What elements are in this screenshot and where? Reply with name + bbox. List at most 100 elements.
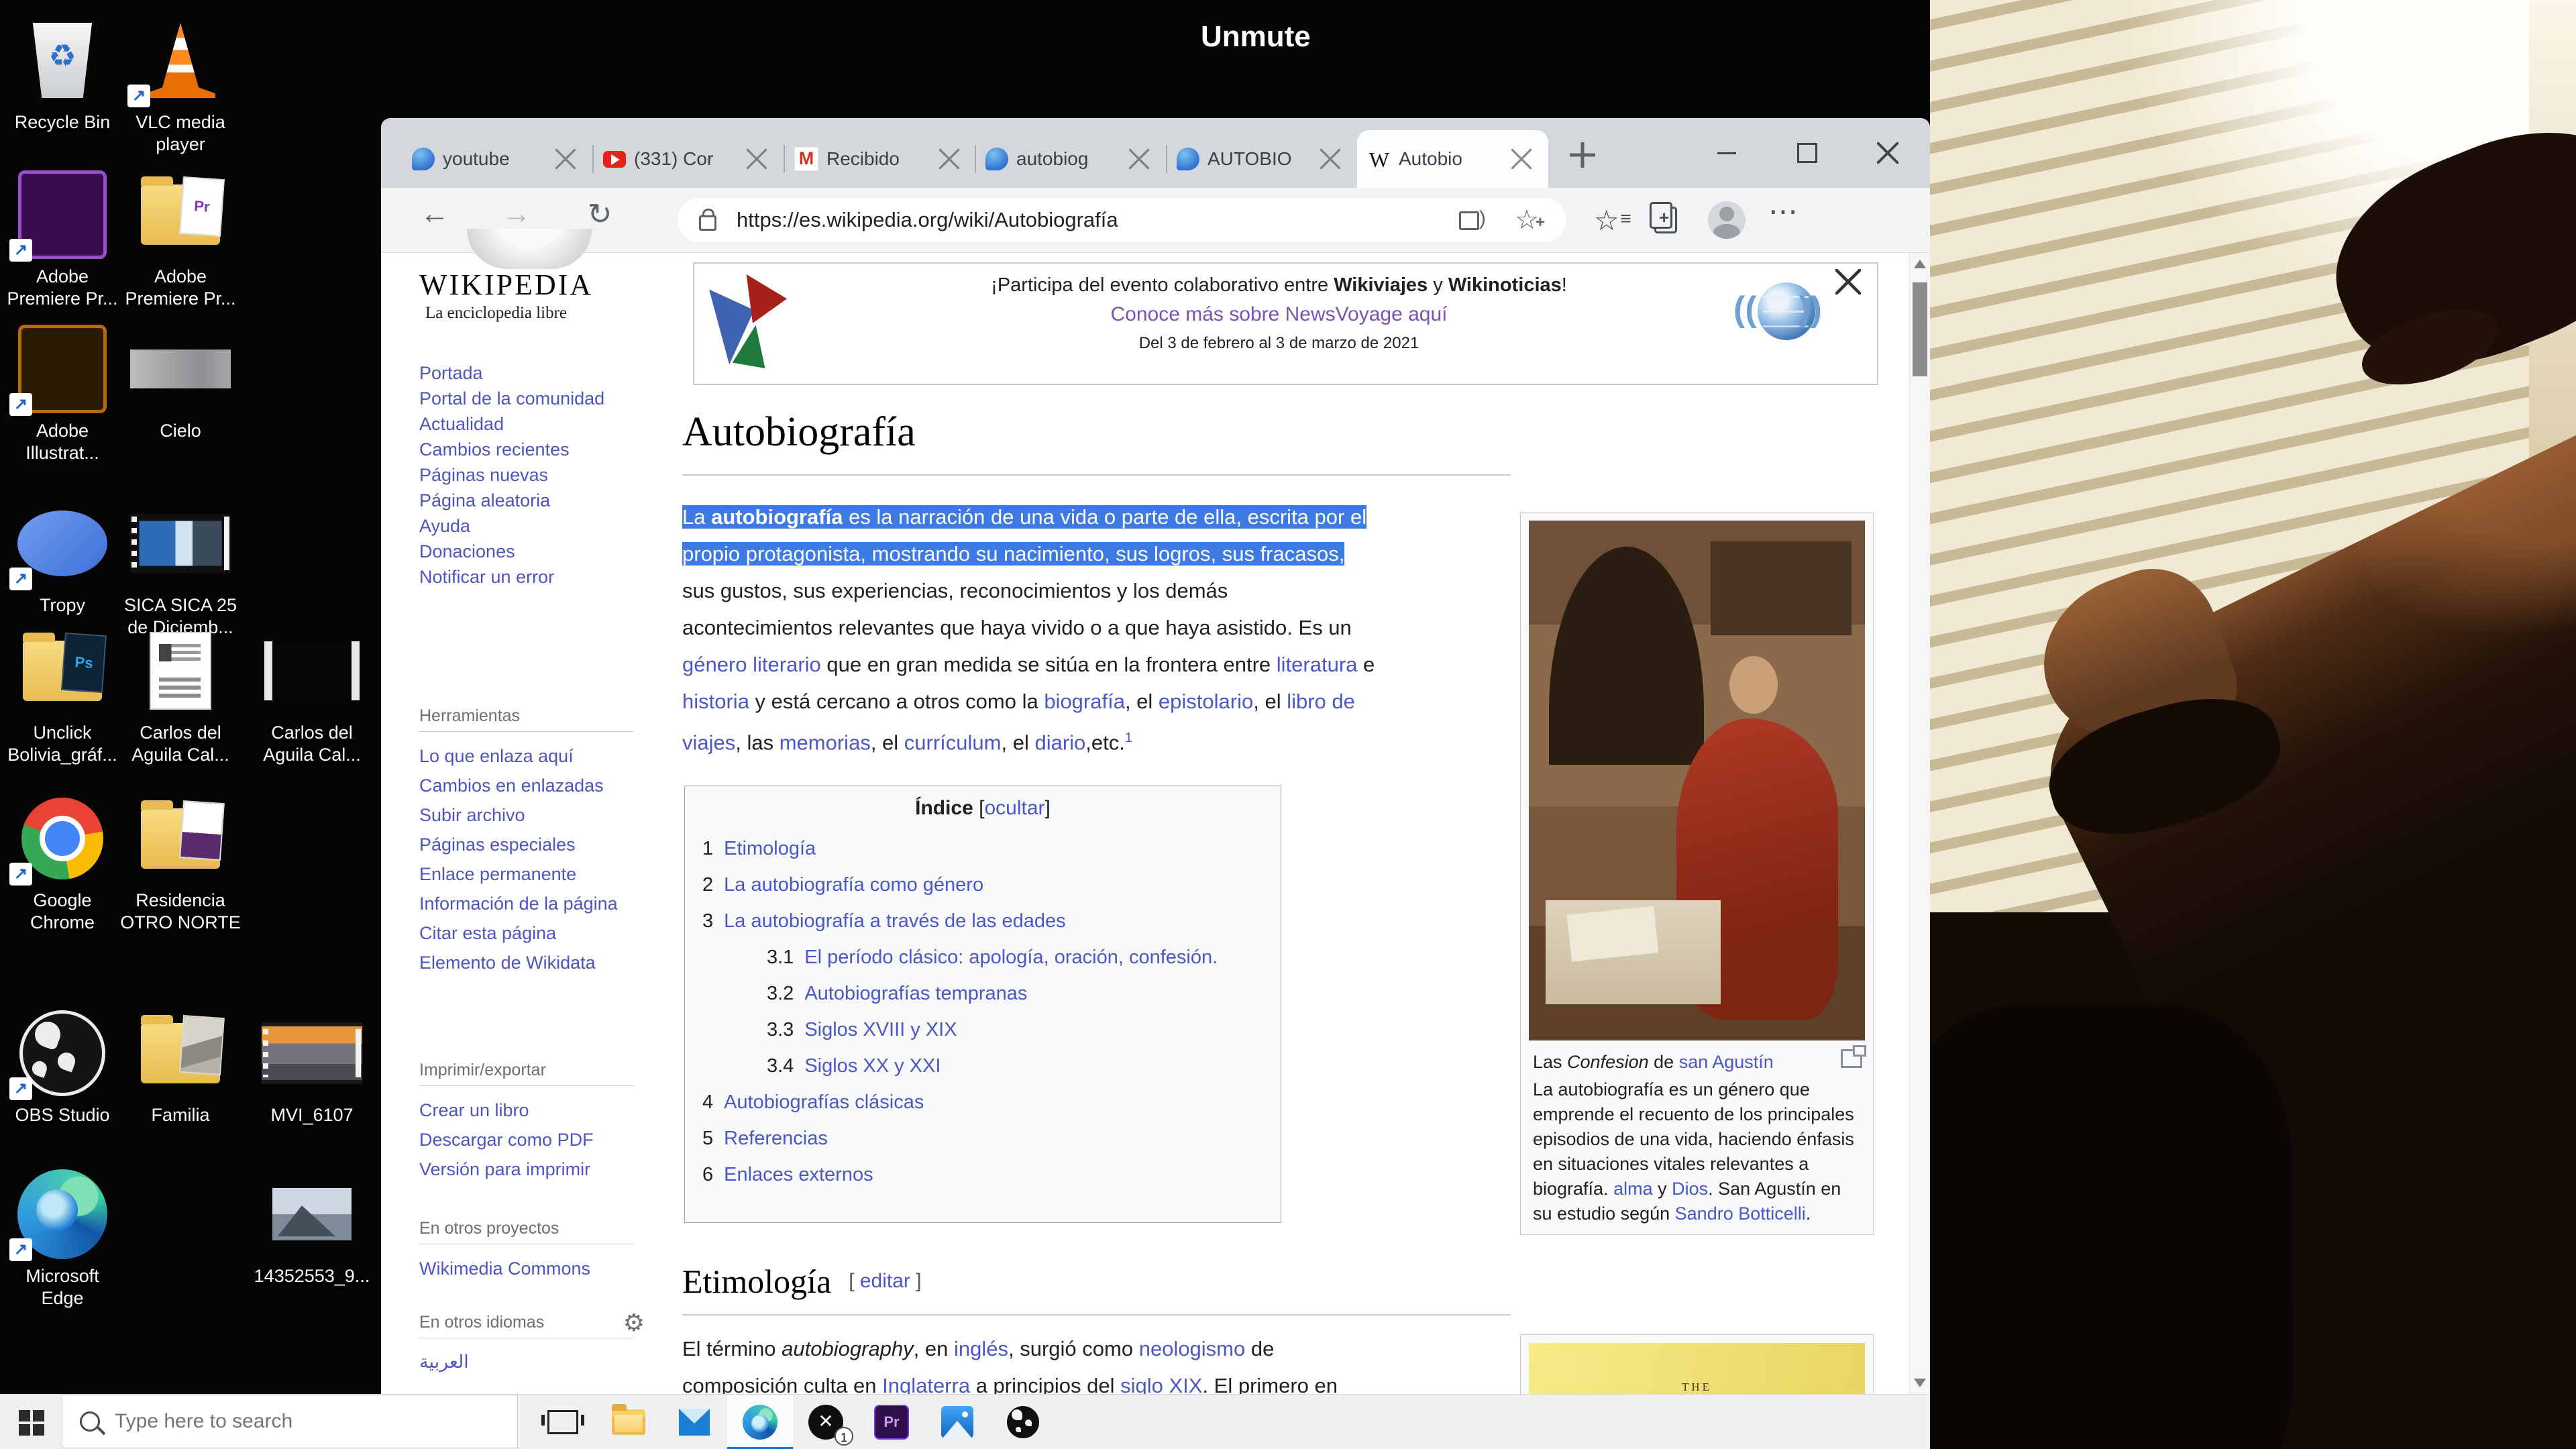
gear-icon[interactable]: ⚙ xyxy=(623,1309,645,1337)
sidebar-link[interactable]: Lo que enlaza aquí xyxy=(419,741,634,771)
sidebar-link[interactable]: Versión para imprimir xyxy=(419,1155,634,1184)
toc-item[interactable]: 3.4Siglos XX y XXI xyxy=(702,1048,1281,1084)
desktop-icon[interactable]: ↗ VLC media player xyxy=(118,13,243,156)
scrollbar-thumb[interactable] xyxy=(1913,282,1927,376)
toc-item[interactable]: 3.3Siglos XVIII y XIX xyxy=(702,1012,1281,1048)
toc-link[interactable]: Enlaces externos xyxy=(724,1164,873,1185)
desktop-icon[interactable]: ↗ OBS Studio xyxy=(0,1006,125,1126)
toc-link[interactable]: La autobiografía como género xyxy=(724,874,983,896)
toc-link[interactable]: El período clásico: apología, oración, c… xyxy=(804,947,1218,968)
banner-link[interactable]: Conoce más sobre NewsVoyage aquí xyxy=(855,303,1703,326)
sidebar-link[interactable]: Páginas nuevas xyxy=(419,462,641,488)
toc-item[interactable]: 1Etimología xyxy=(702,830,1281,867)
xbox-button[interactable]: 1 xyxy=(793,1395,859,1449)
maximize-button[interactable] xyxy=(1784,130,1830,176)
saint-augustine-painting[interactable] xyxy=(1529,521,1865,1040)
edge-button[interactable] xyxy=(727,1395,793,1449)
sidebar-link[interactable]: Wikimedia Commons xyxy=(419,1254,634,1283)
sidebar-link[interactable]: Actualidad xyxy=(419,411,641,437)
browser-tab[interactable]: Recibido xyxy=(784,130,975,188)
toc-link[interactable]: La autobiografía a través de las edades xyxy=(724,910,1065,932)
scroll-up-arrow[interactable] xyxy=(1914,260,1926,268)
read-aloud-icon[interactable] xyxy=(1456,205,1487,235)
desktop-icon[interactable]: ↗ Adobe Premiere Pr... xyxy=(0,168,125,310)
profile-avatar[interactable] xyxy=(1708,201,1746,239)
toc-link[interactable]: Referencias xyxy=(724,1128,828,1149)
toc-item[interactable]: 3La autobiografía a través de las edades xyxy=(702,903,1281,939)
sidebar-link[interactable]: Descargar como PDF xyxy=(419,1125,634,1155)
sidebar-link[interactable]: Elemento de Wikidata xyxy=(419,948,634,977)
desktop-icon[interactable]: ↗ Familia xyxy=(118,1006,243,1126)
browser-tab[interactable]: AUTOBIO xyxy=(1166,130,1357,188)
sidebar-link[interactable]: Portal de la comunidad xyxy=(419,386,641,411)
tab-close-icon[interactable] xyxy=(1129,149,1149,169)
sidebar-link[interactable]: Páginas especiales xyxy=(419,830,634,859)
desktop-icon[interactable]: ↗ MVI_6107 xyxy=(250,1006,374,1126)
toc-link[interactable]: Etimología xyxy=(724,838,816,859)
sidebar-link[interactable]: العربية xyxy=(419,1348,634,1377)
desktop-icon[interactable]: ↗ Adobe Premiere Pr... xyxy=(118,168,243,310)
add-favorite-icon[interactable]: ☆ xyxy=(1511,205,1542,235)
toc-link[interactable]: Autobiografías tempranas xyxy=(804,983,1027,1004)
tab-close-icon[interactable] xyxy=(939,149,959,169)
toc-item[interactable]: 2La autobiografía como género xyxy=(702,867,1281,903)
sidebar-link[interactable]: Información de la página xyxy=(419,889,634,918)
sidebar-link[interactable]: Donaciones xyxy=(419,539,641,564)
desktop-icon[interactable]: ↗ 14352553_9... xyxy=(250,1167,374,1287)
tab-close-icon[interactable] xyxy=(1511,149,1532,169)
taskbar-search[interactable] xyxy=(62,1395,518,1448)
toc-link[interactable]: Siglos XX y XXI xyxy=(804,1055,941,1077)
sidebar-link[interactable]: Página aleatoria xyxy=(419,488,641,513)
desktop-icon[interactable]: ↗ Recycle Bin xyxy=(0,13,125,133)
tab-close-icon[interactable] xyxy=(555,149,576,169)
desktop-icon[interactable]: ↗ Tropy xyxy=(0,496,125,616)
desktop-icon[interactable]: ↗ Unclick Bolivia_gráf... xyxy=(0,624,125,766)
toc-hide-toggle[interactable]: [ocultar] xyxy=(979,797,1051,819)
favorites-icon[interactable]: ☆ xyxy=(1594,204,1619,237)
desktop-icon[interactable]: ↗ Carlos del Aguila Cal... xyxy=(118,624,243,766)
sidebar-link[interactable]: Enlace permanente xyxy=(419,859,634,889)
desktop-icon[interactable]: ↗ Carlos del Aguila Cal... xyxy=(250,624,374,766)
minimize-button[interactable] xyxy=(1704,130,1750,176)
desktop-icon[interactable]: ↗ Cielo xyxy=(118,322,243,442)
browser-tab[interactable]: Autobio xyxy=(1357,130,1548,188)
sidebar-link[interactable]: Crear un libro xyxy=(419,1095,634,1125)
desktop-icon[interactable]: ↗ Adobe Illustrat... xyxy=(0,322,125,464)
toc-link[interactable]: Autobiografías clásicas xyxy=(724,1091,924,1113)
toc-item[interactable]: 3.2Autobiografías tempranas xyxy=(702,975,1281,1012)
desktop-icon[interactable]: ↗ SICA SICA 25 de Diciemb... xyxy=(118,496,243,639)
toc-item[interactable]: 4Autobiografías clásicas xyxy=(702,1084,1281,1120)
wikipedia-wordmark[interactable]: WIKIPEDIA xyxy=(419,268,593,302)
premiere-button[interactable]: Pr xyxy=(859,1395,924,1449)
sidebar-link[interactable]: Cambios en enlazadas xyxy=(419,771,634,800)
desktop-icon[interactable]: ↗ Residencia OTRO NORTE xyxy=(118,792,243,934)
toc-item[interactable]: 6Enlaces externos xyxy=(702,1157,1281,1193)
sidebar-link[interactable]: Subir archivo xyxy=(419,800,634,830)
close-button[interactable] xyxy=(1865,130,1911,176)
file-explorer-button[interactable] xyxy=(596,1395,661,1449)
start-button[interactable] xyxy=(0,1395,62,1449)
sidebar-link[interactable]: Portada xyxy=(419,360,641,386)
unmute-button[interactable]: Unmute xyxy=(1201,20,1311,54)
refresh-icon[interactable]: ↻ xyxy=(580,197,620,231)
desktop-icon[interactable]: ↗ Google Chrome xyxy=(0,792,125,934)
collections-icon[interactable] xyxy=(1654,207,1677,233)
browser-tab[interactable]: autobiog xyxy=(975,130,1166,188)
wikipedia-globe-logo[interactable] xyxy=(467,229,592,269)
banner-close-icon[interactable] xyxy=(1835,269,1861,294)
back-icon[interactable]: ← xyxy=(415,197,455,231)
task-view-button[interactable] xyxy=(530,1395,596,1449)
browser-tab[interactable]: youtube xyxy=(401,130,592,188)
obs-button[interactable] xyxy=(990,1395,1056,1449)
sidebar-link[interactable]: Cambios recientes xyxy=(419,437,641,462)
edit-link[interactable]: [ editar ] xyxy=(849,1270,921,1292)
toc-item[interactable]: 5Referencias xyxy=(702,1120,1281,1157)
tab-close-icon[interactable] xyxy=(1320,149,1340,169)
expand-image-icon[interactable] xyxy=(1841,1049,1862,1068)
photos-button[interactable] xyxy=(924,1395,990,1449)
sidebar-link[interactable]: Citar esta página xyxy=(419,918,634,948)
page-scrollbar[interactable] xyxy=(1909,253,1930,1394)
desktop-icon[interactable]: ↗ Microsoft Edge xyxy=(0,1167,125,1309)
sidebar-link[interactable]: Notificar un error xyxy=(419,564,641,590)
toc-item[interactable]: 3.1El período clásico: apología, oración… xyxy=(702,939,1281,975)
